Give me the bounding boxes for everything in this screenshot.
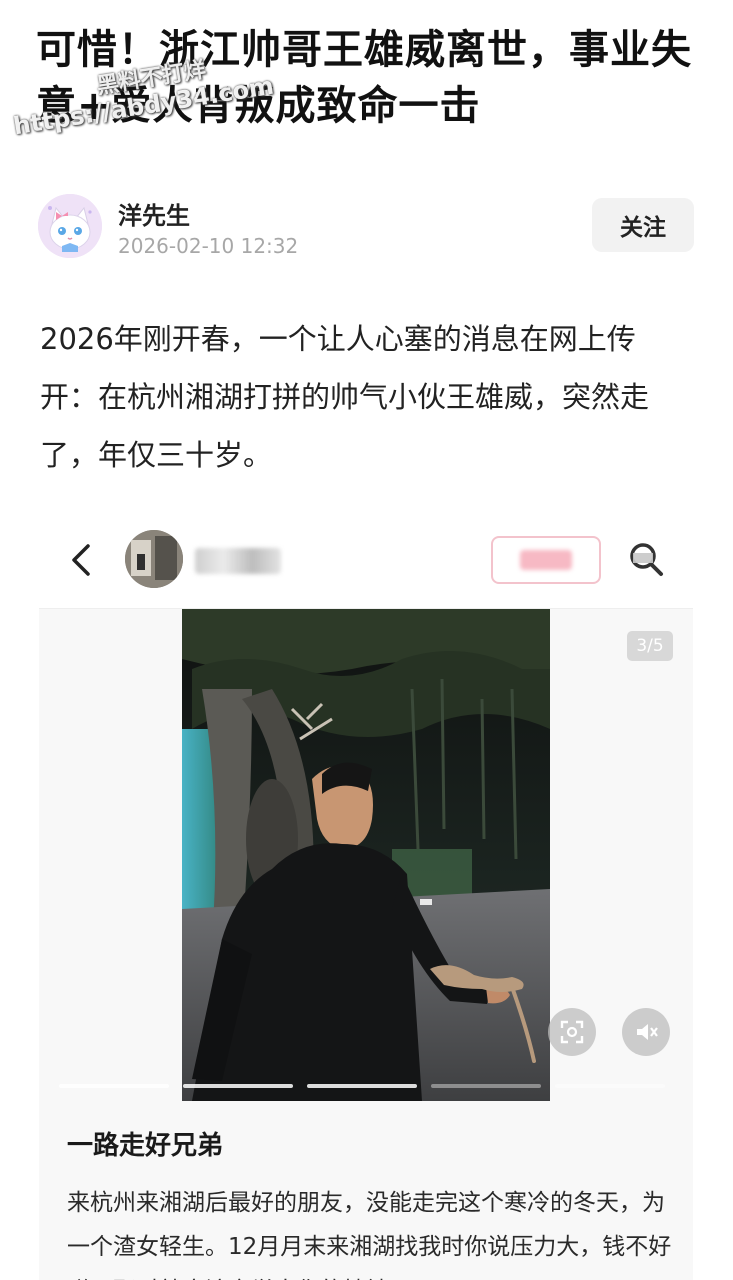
embedded-header: [39, 512, 693, 609]
lead-paragraph: 2026年刚开春，一个让人心塞的消息在网上传开：在杭州湘湖打拼的帅气小伙王雄威，…: [40, 322, 650, 472]
carousel-progress-2: [183, 1084, 293, 1088]
caption-area: 一路走好兄弟 来杭州来湘湖后最好的朋友，没能走完这个寒冷的冬天，为一个渣女轻生。…: [39, 1101, 693, 1280]
caption-body: 来杭州来湘湖后最好的朋友，没能走完这个寒冷的冬天，为一个渣女轻生。12月月末来湘…: [67, 1190, 672, 1280]
author-name[interactable]: 洋先生: [118, 196, 190, 231]
search-icon[interactable]: [627, 540, 665, 578]
article-title: 可惜！浙江帅哥王雄威离世，事业失意+爱人背叛成致命一击: [36, 27, 692, 129]
carousel-progress-3: [307, 1084, 417, 1088]
mute-icon[interactable]: [622, 1008, 670, 1056]
blurred-username: [195, 548, 281, 574]
scan-icon[interactable]: [548, 1008, 596, 1056]
author-avatar[interactable]: [38, 194, 102, 258]
post-time: 2026-02-10 12:32: [118, 234, 299, 258]
caption-title: 一路走好兄弟: [67, 1131, 224, 1161]
author-row: 洋先生 2026-02-10 12:32 关注: [38, 192, 694, 262]
post-photo[interactable]: [182, 609, 550, 1101]
follow-button[interactable]: 关注: [592, 198, 694, 252]
page-indicator: 3/5: [627, 631, 673, 661]
chevron-left-icon[interactable]: [63, 540, 103, 580]
embedded-avatar[interactable]: [125, 530, 183, 588]
cat-avatar-icon: [38, 194, 102, 258]
carousel-progress-5: [555, 1084, 665, 1088]
photo-area: 3/5: [39, 609, 693, 1101]
blurred-follow-button[interactable]: [491, 536, 601, 584]
carousel-progress-4: [431, 1084, 541, 1088]
carousel-progress-1: [59, 1084, 169, 1088]
embedded-screenshot: 3/5 一路走好兄弟 来杭州来湘湖后最好的朋友，没能走完这个寒冷的冬天，为一个渣…: [39, 512, 693, 1280]
